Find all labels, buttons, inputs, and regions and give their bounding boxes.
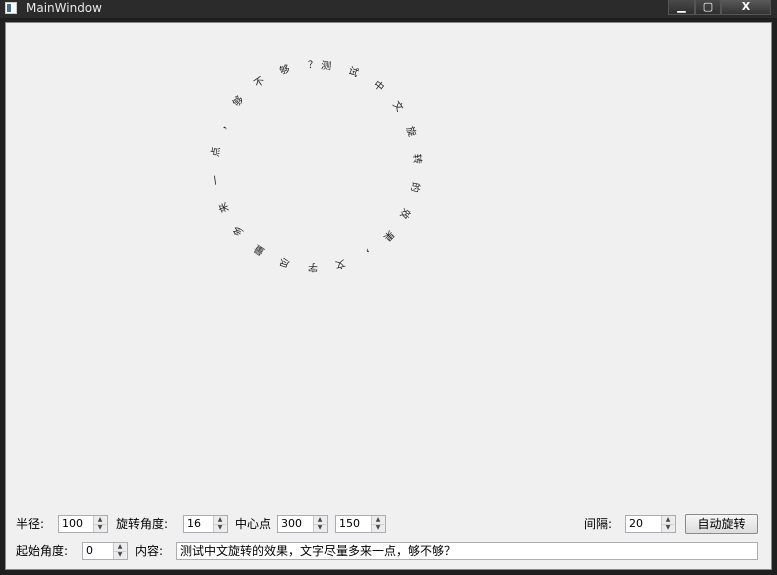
ring-character: 够: [278, 63, 292, 78]
content-label: 内容:: [135, 544, 164, 558]
start-angle-value: 0: [86, 544, 93, 557]
ring-character: 点: [210, 146, 223, 158]
radius-value: 100: [62, 517, 83, 530]
ring-character: 够: [231, 94, 247, 109]
ring-character: ，: [359, 245, 374, 261]
ring-character: ？: [307, 59, 318, 72]
center-y-value: 150: [339, 517, 360, 530]
ring-character: 一: [210, 174, 223, 186]
ring-character: 字: [307, 260, 318, 273]
center-x-spinbox[interactable]: 300 ▲ ▼: [277, 515, 328, 533]
ring-character: 效: [397, 206, 412, 221]
ring-character: 旋: [403, 125, 418, 139]
radius-spinbox[interactable]: 100 ▲ ▼: [58, 515, 108, 533]
close-button[interactable]: X: [721, 0, 771, 15]
ring-character: 转: [410, 153, 423, 165]
ring-character: 来: [217, 200, 232, 214]
app-icon: [5, 2, 17, 14]
spin-down-icon[interactable]: ▼: [214, 524, 226, 532]
ring-character: 测: [320, 60, 333, 73]
auto-rotate-button[interactable]: 自动旋转: [685, 514, 758, 534]
start-angle-label: 起始角度:: [16, 544, 69, 558]
spin-down-icon[interactable]: ▼: [372, 524, 384, 532]
spin-down-icon[interactable]: ▼: [94, 524, 106, 532]
main-window-client: 测试中文旋转的效果，文字尽量多来一点，够不够？ 半径: 100 ▲ ▼ 旋转角度:…: [5, 22, 772, 570]
spin-down-icon[interactable]: ▼: [662, 524, 674, 532]
ring-character: 文: [389, 99, 405, 115]
center-y-spinbox[interactable]: 150 ▲ ▼: [335, 515, 386, 533]
interval-value: 20: [629, 517, 643, 530]
rotation-angle-label: 旋转角度:: [116, 517, 169, 531]
rotation-angle-value: 16: [187, 517, 201, 530]
ring-character: ，: [217, 118, 232, 132]
spin-down-icon[interactable]: ▼: [114, 551, 126, 559]
window-title: MainWindow: [26, 1, 102, 15]
center-point-label: 中心点: [235, 517, 272, 531]
ring-character: 不: [252, 75, 268, 91]
content-input[interactable]: 测试中文旋转的效果，文字尽量多来一点，够不够？: [176, 542, 758, 560]
center-x-value: 300: [281, 517, 302, 530]
interval-label: 间隔:: [584, 517, 613, 531]
maximize-button[interactable]: ▢: [695, 0, 721, 15]
ring-character: 果: [380, 228, 396, 244]
radius-label: 半径:: [16, 517, 45, 531]
ring-character: 试: [346, 65, 361, 80]
ring-character: 尽: [278, 254, 292, 269]
ring-character: 量: [252, 241, 268, 257]
interval-spinbox[interactable]: 20 ▲ ▼: [625, 515, 676, 533]
ring-character: 文: [334, 256, 347, 271]
title-bar: MainWindow ▁ ▢ X: [0, 0, 777, 18]
ring-character: 多: [231, 223, 247, 238]
text-ring-canvas: 测试中文旋转的效果，文字尽量多来一点，够不够？: [6, 23, 773, 523]
minimize-button[interactable]: ▁: [668, 0, 695, 15]
start-angle-spinbox[interactable]: 0 ▲ ▼: [82, 542, 128, 560]
rotation-angle-spinbox[interactable]: 16 ▲ ▼: [183, 515, 228, 533]
ring-character: 的: [407, 180, 421, 193]
ring-character: 中: [370, 79, 386, 95]
spin-down-icon[interactable]: ▼: [314, 524, 326, 532]
